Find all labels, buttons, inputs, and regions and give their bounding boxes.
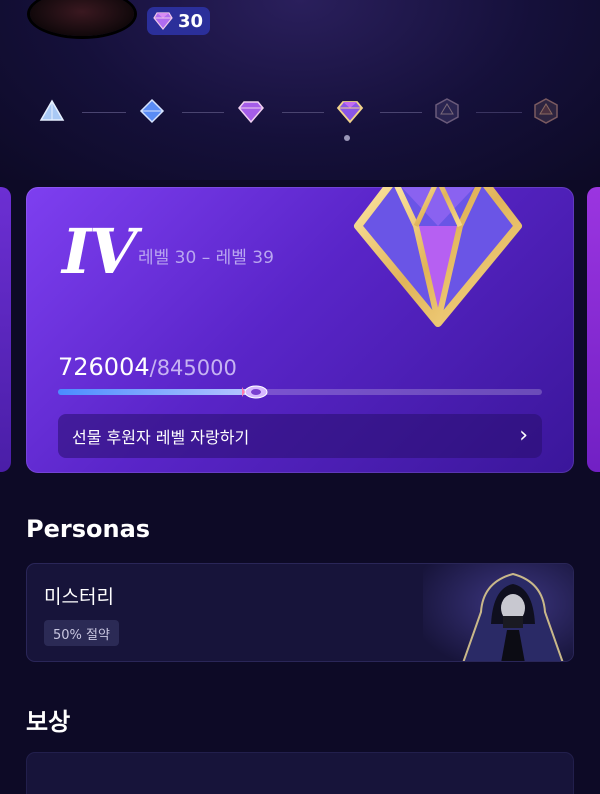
tier-track bbox=[0, 92, 600, 132]
tier-connector bbox=[282, 112, 324, 113]
tier1-icon[interactable] bbox=[38, 97, 66, 125]
level-badge[interactable]: 30 bbox=[147, 7, 210, 35]
tier-gem-icon bbox=[354, 187, 522, 327]
chevron-right-icon: › bbox=[519, 423, 528, 448]
tier-connector bbox=[182, 112, 224, 113]
tier-connector bbox=[82, 112, 126, 113]
rewards-heading: 보상 bbox=[26, 708, 71, 736]
previous-tier-card[interactable] bbox=[0, 187, 11, 472]
reward-card[interactable] bbox=[26, 752, 574, 794]
next-tier-card[interactable] bbox=[587, 187, 600, 472]
level-value: 30 bbox=[178, 10, 204, 32]
current-tier-indicator bbox=[344, 135, 350, 141]
tier-level-range: 레벨 30 – 레벨 39 bbox=[138, 248, 274, 268]
persona-discount-tag: 50% 절약 bbox=[44, 620, 119, 646]
rocket-icon bbox=[242, 385, 268, 399]
tier6-icon[interactable] bbox=[532, 97, 560, 125]
tier-card: IV 레벨 30 – 레벨 39 726004/845000 선물 후원자 레벨… bbox=[26, 187, 574, 473]
share-level-label: 선물 후원자 레벨 자랑하기 bbox=[72, 428, 250, 447]
diamond-icon bbox=[153, 12, 173, 30]
tier-roman-numeral: IV bbox=[62, 215, 137, 288]
tier5-icon[interactable] bbox=[433, 97, 461, 125]
max-points: /845000 bbox=[149, 356, 237, 380]
persona-card[interactable]: 미스터리 50% 절약 bbox=[26, 563, 574, 662]
tier4-icon[interactable] bbox=[336, 97, 364, 125]
persona-name: 미스터리 bbox=[44, 586, 114, 608]
progress-bar bbox=[58, 385, 542, 399]
points-readout: 726004/845000 bbox=[58, 353, 237, 381]
tier-connector bbox=[476, 112, 522, 113]
share-level-button[interactable]: 선물 후원자 레벨 자랑하기 › bbox=[58, 414, 542, 458]
tier3-icon[interactable] bbox=[237, 97, 265, 125]
progress-fill bbox=[58, 389, 256, 395]
current-points: 726004 bbox=[58, 353, 150, 381]
tier2-icon[interactable] bbox=[138, 97, 166, 125]
tier-connector bbox=[380, 112, 422, 113]
personas-heading: Personas bbox=[26, 515, 151, 543]
hooded-figure-icon bbox=[423, 564, 573, 661]
